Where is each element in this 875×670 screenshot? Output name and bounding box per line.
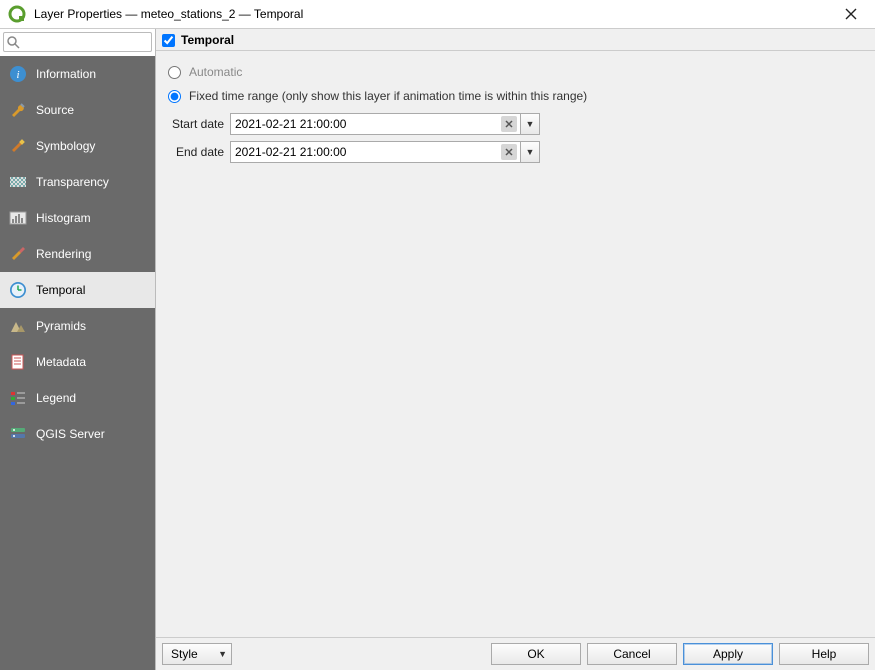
sidebar-item-qgis-server[interactable]: QGIS Server xyxy=(0,416,155,452)
histogram-icon xyxy=(8,208,28,228)
ok-button[interactable]: OK xyxy=(491,643,581,665)
titlebar: Layer Properties — meteo_stations_2 — Te… xyxy=(0,0,875,28)
sidebar-item-label: Legend xyxy=(36,391,76,405)
sidebar-item-label: Pyramids xyxy=(36,319,86,333)
chevron-down-icon: ▼ xyxy=(218,649,227,659)
apply-button[interactable]: Apply xyxy=(683,643,773,665)
sidebar-item-source[interactable]: Source xyxy=(0,92,155,128)
end-date-input[interactable] xyxy=(230,141,520,163)
start-date-input[interactable] xyxy=(230,113,520,135)
transparency-icon xyxy=(8,172,28,192)
sidebar-item-label: Histogram xyxy=(36,211,91,225)
radio-automatic[interactable] xyxy=(168,66,181,79)
footer: Style ▼ OK Cancel Apply Help xyxy=(156,637,875,670)
end-date-edit: ▼ xyxy=(230,141,540,163)
wrench-icon xyxy=(8,100,28,120)
brush-icon xyxy=(8,136,28,156)
left-column: i Information Source Symbology Transpare… xyxy=(0,29,155,670)
panel-body: Automatic Fixed time range (only show th… xyxy=(156,51,875,637)
start-date-edit: ▼ xyxy=(230,113,540,135)
end-date-dropdown[interactable]: ▼ xyxy=(520,141,540,163)
sidebar-item-rendering[interactable]: Rendering xyxy=(0,236,155,272)
search-icon xyxy=(6,35,20,49)
start-date-dropdown[interactable]: ▼ xyxy=(520,113,540,135)
radio-fixed-row: Fixed time range (only show this layer i… xyxy=(168,89,867,103)
end-date-label: End date xyxy=(168,145,230,159)
close-button[interactable] xyxy=(835,2,867,26)
info-icon: i xyxy=(8,64,28,84)
sidebar-item-histogram[interactable]: Histogram xyxy=(0,200,155,236)
sidebar-item-label: Source xyxy=(36,103,74,117)
clock-icon xyxy=(8,280,28,300)
sidebar-item-transparency[interactable]: Transparency xyxy=(0,164,155,200)
server-icon xyxy=(8,424,28,444)
legend-icon xyxy=(8,388,28,408)
svg-text:i: i xyxy=(16,69,19,81)
sidebar-item-information[interactable]: i Information xyxy=(0,56,155,92)
sidebar-item-symbology[interactable]: Symbology xyxy=(0,128,155,164)
sidebar-item-label: Rendering xyxy=(36,247,91,261)
sidebar-item-legend[interactable]: Legend xyxy=(0,380,155,416)
help-button[interactable]: Help xyxy=(779,643,869,665)
radio-automatic-row: Automatic xyxy=(168,65,867,79)
style-menu[interactable]: Style ▼ xyxy=(162,643,232,665)
radio-fixed-label: Fixed time range (only show this layer i… xyxy=(189,89,587,103)
radio-fixed[interactable] xyxy=(168,90,181,103)
pyramids-icon xyxy=(8,316,28,336)
panel-header: Temporal xyxy=(156,29,875,51)
sidebar: i Information Source Symbology Transpare… xyxy=(0,56,155,670)
sidebar-item-label: Temporal xyxy=(36,283,85,297)
sidebar-item-pyramids[interactable]: Pyramids xyxy=(0,308,155,344)
sidebar-item-metadata[interactable]: Metadata xyxy=(0,344,155,380)
panel-title: Temporal xyxy=(181,33,234,47)
cancel-button[interactable]: Cancel xyxy=(587,643,677,665)
sidebar-item-label: Transparency xyxy=(36,175,109,189)
clear-icon[interactable] xyxy=(501,144,517,160)
metadata-icon xyxy=(8,352,28,372)
sidebar-item-label: QGIS Server xyxy=(36,427,105,441)
start-date-label: Start date xyxy=(168,117,230,131)
window-title: Layer Properties — meteo_stations_2 — Te… xyxy=(34,7,835,21)
style-menu-label: Style xyxy=(171,647,198,661)
radio-automatic-label: Automatic xyxy=(189,65,242,79)
sidebar-item-label: Metadata xyxy=(36,355,86,369)
qgis-logo-icon xyxy=(8,5,26,23)
clear-icon[interactable] xyxy=(501,116,517,132)
search-input[interactable] xyxy=(3,32,152,52)
sidebar-item-label: Information xyxy=(36,67,96,81)
sidebar-item-label: Symbology xyxy=(36,139,95,153)
temporal-enable-checkbox[interactable] xyxy=(162,34,175,47)
sidebar-item-temporal[interactable]: Temporal xyxy=(0,272,155,308)
render-icon xyxy=(8,244,28,264)
